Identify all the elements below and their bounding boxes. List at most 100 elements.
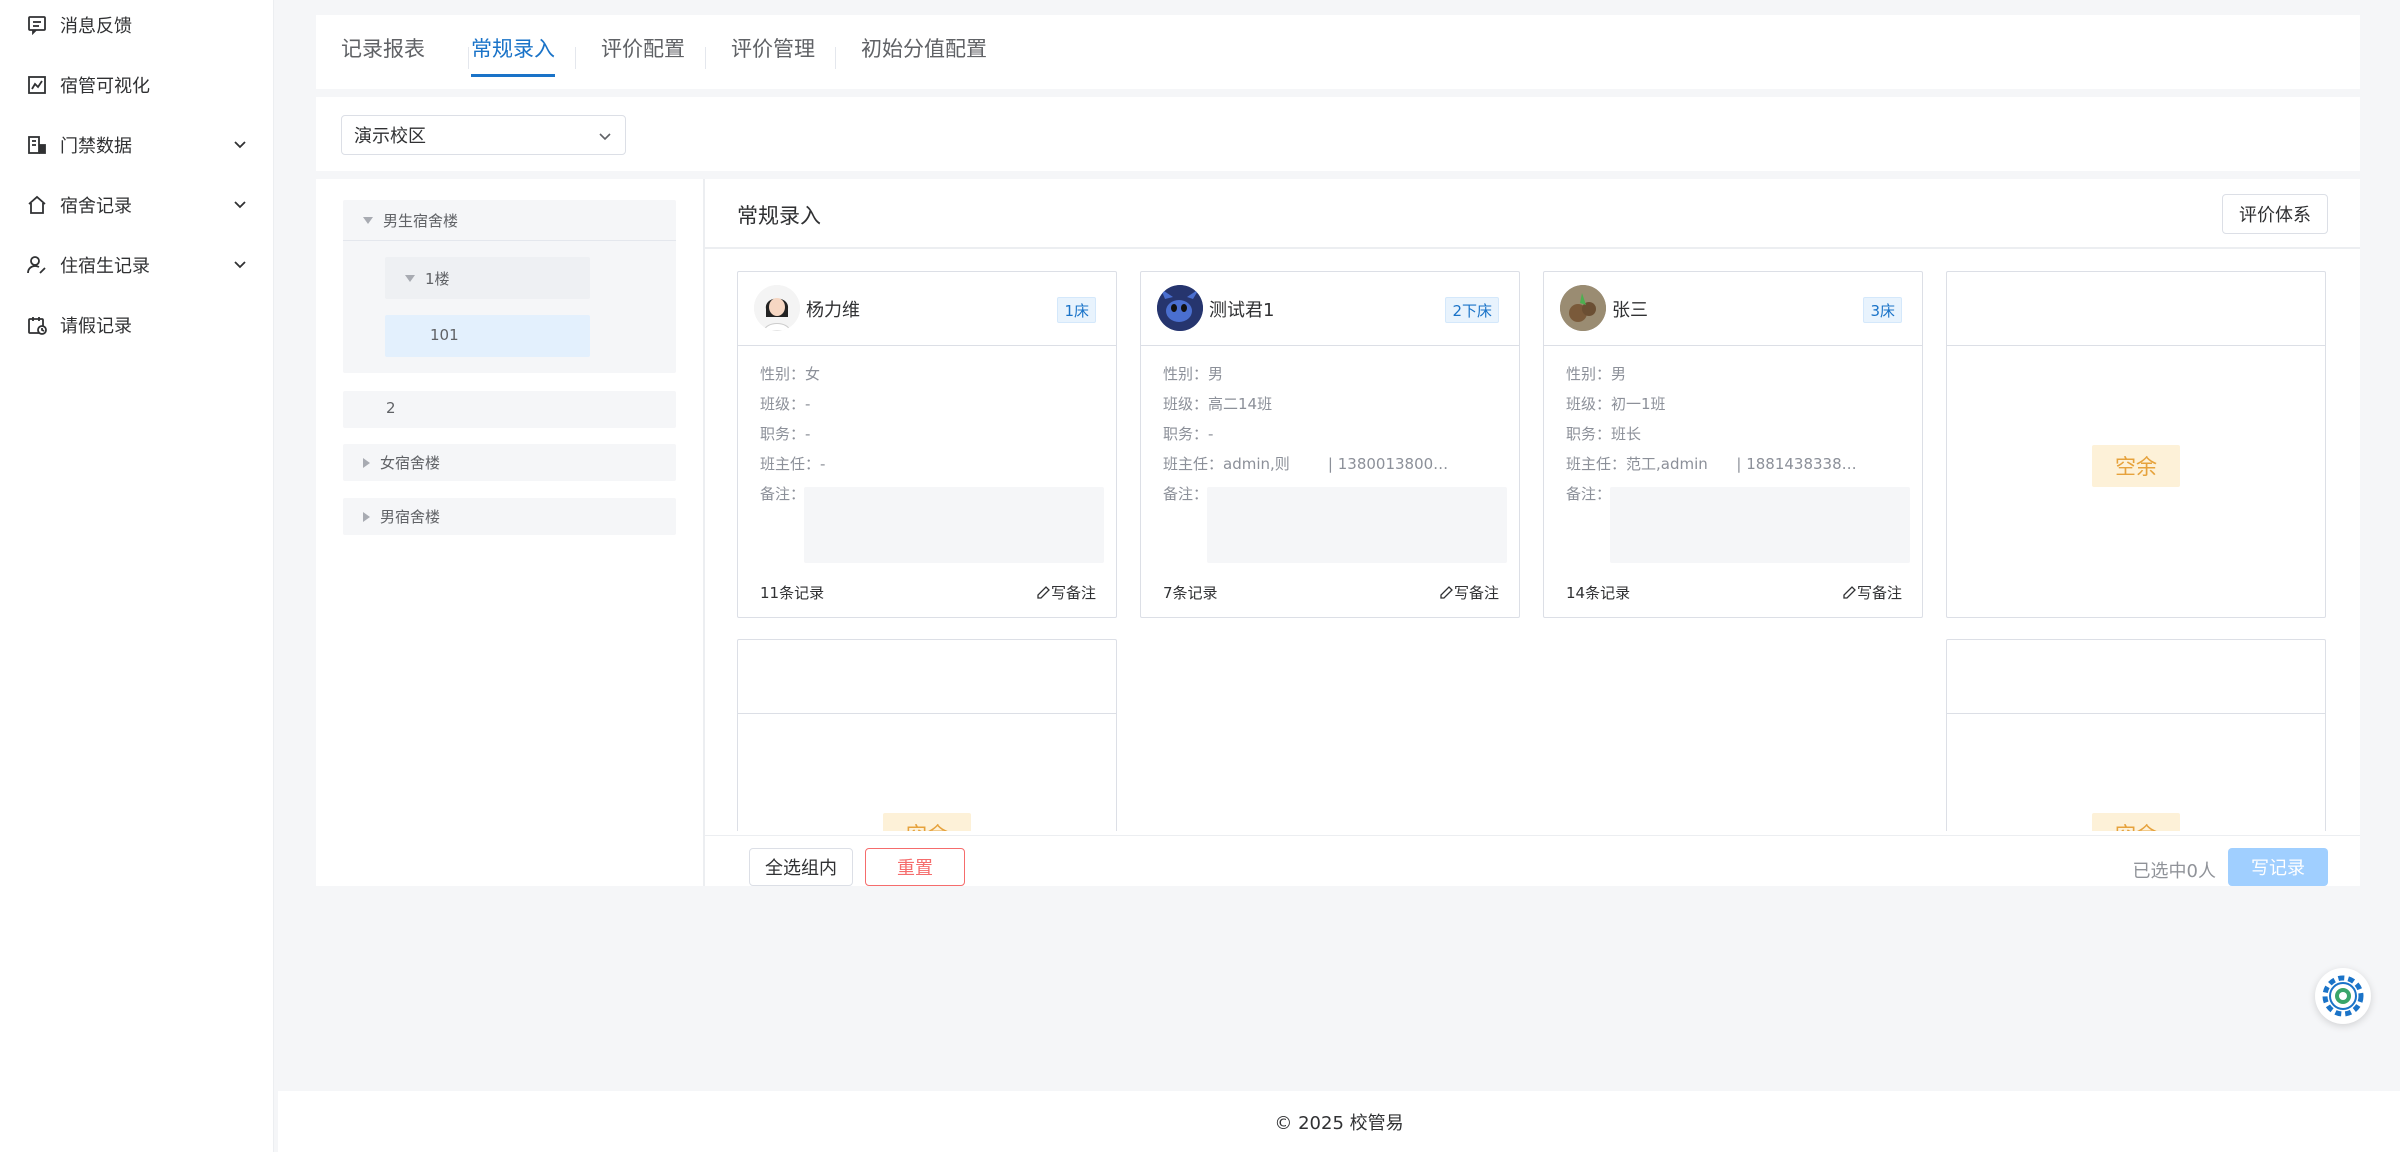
gender-value: 女	[805, 365, 821, 383]
sidebar-item-label: 住宿生记录	[60, 256, 150, 277]
avatar	[1157, 285, 1203, 331]
card-header: 杨力维 1床	[738, 272, 1116, 346]
duty-row: 职务：-	[760, 423, 810, 444]
panel-header: 常规录入 评价体系	[705, 179, 2360, 249]
edit-icon	[1037, 586, 1050, 599]
teacher-label: 班主任：	[1163, 455, 1224, 473]
teacher-value: admin,则 | 1380013800…	[1223, 455, 1449, 473]
remark-label: 备注：	[1566, 485, 1612, 503]
tree-node-floor-1[interactable]: 1楼	[385, 257, 590, 299]
tab-record-report[interactable]: 记录报表	[341, 33, 425, 73]
tab-bar: 记录报表 常规录入 评价配置 评价管理 初始分值配置	[316, 15, 2360, 89]
gender-label: 性别：	[1566, 365, 1612, 383]
select-all-in-group-button[interactable]: 全选组内	[749, 848, 853, 886]
bed-card-empty[interactable]: 空余	[737, 639, 1117, 831]
sidebar-item-label: 宿管可视化	[60, 76, 150, 97]
student-name: 测试君1	[1209, 300, 1275, 321]
gender-value: 男	[1208, 365, 1224, 383]
user-edit-icon	[26, 254, 48, 276]
tree-node-label: 101	[430, 326, 459, 344]
tab-eval-config[interactable]: 评价配置	[601, 33, 685, 73]
write-note-button[interactable]: 写备注	[1842, 582, 1902, 603]
chevron-down-icon	[234, 261, 246, 269]
tab-initial-score-config[interactable]: 初始分值配置	[861, 33, 987, 73]
floating-settings-button[interactable]	[2315, 968, 2371, 1024]
class-label: 班级：	[1163, 395, 1209, 413]
empty-badge: 空余	[883, 813, 971, 831]
duty-label: 职务：	[1566, 425, 1612, 443]
remark-label: 备注：	[760, 485, 806, 503]
remark-box[interactable]	[1610, 487, 1910, 563]
sidebar-item-label: 门禁数据	[60, 136, 132, 157]
avatar	[754, 285, 800, 331]
caret-down-icon	[405, 275, 415, 282]
chart-icon	[26, 74, 48, 96]
tree-node-male-building[interactable]: 男生宿舍楼	[363, 210, 458, 230]
tree-group-male-building: 男生宿舍楼 1楼 101	[343, 200, 676, 373]
tree-node-row: 男宿舍楼	[363, 506, 440, 527]
gender-row: 性别：男	[1163, 363, 1223, 384]
class-value: 高二14班	[1208, 395, 1273, 413]
card-header	[1947, 272, 2325, 346]
selected-count: 已选中0人	[2132, 861, 2216, 882]
write-note-button[interactable]: 写备注	[1439, 582, 1499, 603]
sidebar-item-dorm-records[interactable]: 宿舍记录	[0, 175, 274, 235]
sidebar-item-boarder-records[interactable]: 住宿生记录	[0, 235, 274, 295]
bed-card-empty[interactable]: 空余	[1946, 271, 2326, 618]
write-note-button[interactable]: 写备注	[1036, 582, 1096, 603]
panel-title: 常规录入	[737, 204, 821, 228]
bed-tag: 2下床	[1445, 297, 1499, 323]
bed-tag: 3床	[1863, 297, 1902, 323]
teacher-label: 班主任：	[1566, 455, 1627, 473]
student-name: 张三	[1612, 300, 1648, 321]
remark-box[interactable]	[1207, 487, 1507, 563]
eval-system-button[interactable]: 评价体系	[2222, 194, 2328, 234]
card-header	[1947, 640, 2325, 714]
tab-eval-manage[interactable]: 评价管理	[731, 33, 815, 73]
tree-node-row: 女宿舍楼	[363, 452, 440, 473]
chevron-down-icon	[234, 201, 246, 209]
main-panel: 男生宿舍楼 1楼 101 2 女宿舍楼 男宿舍楼 常规录入 评价体系 杨力维 1…	[316, 179, 2360, 886]
write-record-button[interactable]: 写记录	[2228, 848, 2328, 886]
gender-value: 男	[1611, 365, 1627, 383]
sidebar-item-access-data[interactable]: 门禁数据	[0, 115, 274, 175]
remark-box[interactable]	[804, 487, 1104, 563]
tab-separator	[468, 47, 469, 69]
sidebar-item-label: 消息反馈	[60, 16, 132, 37]
home-icon	[26, 194, 48, 216]
gender-label: 性别：	[760, 365, 806, 383]
campus-select[interactable]: 演示校区	[341, 115, 626, 155]
bed-card[interactable]: 杨力维 1床 性别：女 班级：- 职务：- 班主任：- 备注： 11条记录 写备…	[737, 271, 1117, 618]
sidebar-item-leave-records[interactable]: 请假记录	[0, 295, 274, 355]
duty-row: 职务：班长	[1566, 423, 1641, 444]
sidebar-item-dorm-visualization[interactable]: 宿管可视化	[0, 55, 274, 115]
tree-node-2[interactable]: 2	[343, 391, 676, 428]
duty-label: 职务：	[1163, 425, 1209, 443]
tree-node-room-101[interactable]: 101	[385, 315, 590, 357]
calendar-icon	[26, 314, 48, 336]
tree-node-label: 男生宿舍楼	[383, 211, 459, 230]
building-icon	[26, 134, 48, 156]
tree-node-male-building-2[interactable]: 男宿舍楼	[343, 498, 676, 535]
caret-down-icon	[363, 216, 373, 224]
sidebar-item-message-feedback[interactable]: 消息反馈	[0, 0, 274, 55]
bed-card[interactable]: 张三 3床 性别：男 班级：初一1班 职务：班长 班主任：范工,admin | …	[1543, 271, 1923, 618]
filter-bar: 演示校区	[316, 97, 2360, 171]
tree-node-female-building[interactable]: 女宿舍楼	[343, 444, 676, 481]
dorm-tree: 男生宿舍楼 1楼 101 2 女宿舍楼 男宿舍楼	[316, 179, 703, 886]
tab-regular-entry[interactable]: 常规录入	[471, 33, 555, 77]
class-row: 班级：-	[760, 393, 810, 414]
card-header: 测试君1 2下床	[1141, 272, 1519, 346]
bed-card[interactable]: 测试君1 2下床 性别：男 班级：高二14班 职务：- 班主任：admin,则 …	[1140, 271, 1520, 618]
sidebar-item-label: 宿舍记录	[60, 196, 132, 217]
empty-badge: 空余	[2092, 813, 2180, 831]
record-count: 7条记录	[1163, 584, 1218, 602]
bed-card-empty[interactable]: 空余	[1946, 639, 2326, 831]
student-name: 杨力维	[806, 300, 860, 321]
action-bar: 全选组内 重置 已选中0人 写记录	[705, 835, 2360, 886]
reset-button[interactable]: 重置	[865, 848, 965, 886]
tree-node-label: 1楼	[425, 270, 450, 288]
chevron-down-icon	[234, 141, 246, 149]
teacher-row: 班主任：-	[760, 453, 825, 474]
edit-icon	[1843, 586, 1856, 599]
